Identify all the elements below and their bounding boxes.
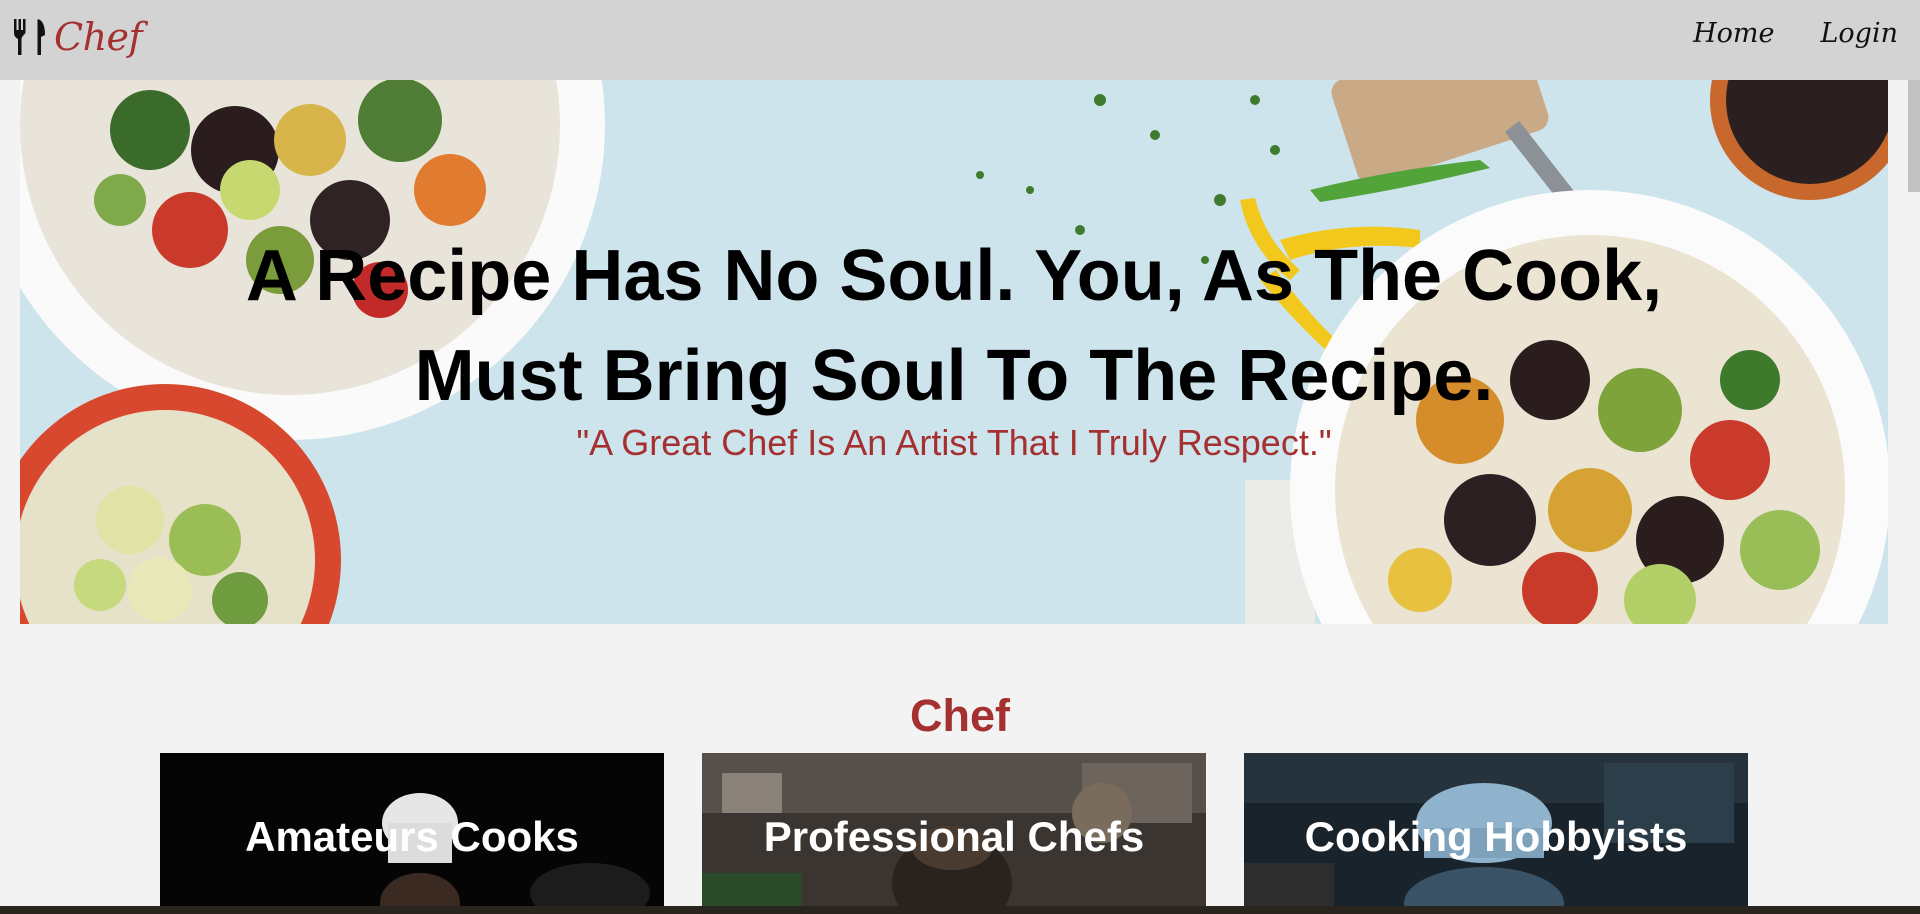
card-amateur-cooks[interactable]: Amateurs Cooks <box>160 753 664 914</box>
hero-banner: A Recipe Has No Soul. You, As The Cook, … <box>20 80 1888 624</box>
fork-knife-icon <box>12 17 48 57</box>
hero-quote: "A Great Chef Is An Artist That I Truly … <box>576 422 1332 463</box>
category-cards: Amateurs Cooks Professional Chefs Cookin… <box>0 753 1920 914</box>
card-label: Cooking Hobbyists <box>1304 813 1688 860</box>
hero-headline: A Recipe Has No Soul. You, As The Cook, … <box>20 226 1888 426</box>
card-cooking-hobbyists[interactable]: Cooking Hobbyists <box>1244 753 1748 914</box>
card-professional-chefs[interactable]: Professional Chefs <box>702 753 1206 914</box>
top-navbar: Chef Home Login <box>0 0 1920 80</box>
nav-home-link[interactable]: Home <box>1693 18 1774 49</box>
nav-login-link[interactable]: Login <box>1821 18 1899 49</box>
scrollbar-thumb[interactable] <box>1908 80 1920 192</box>
card-label: Professional Chefs <box>763 813 1145 860</box>
card-label: Amateurs Cooks <box>245 813 579 860</box>
brand-name: Chef <box>54 15 143 59</box>
section-title: Chef <box>910 690 1010 741</box>
hero-headline-line2: Must Bring Soul To The Recipe. <box>414 336 1494 416</box>
bottom-edge-strip <box>0 906 1920 914</box>
nav-links: Home Login <box>1693 18 1898 49</box>
hero-headline-line1: A Recipe Has No Soul. You, As The Cook, <box>245 236 1663 316</box>
brand-logo[interactable]: Chef <box>12 12 143 62</box>
